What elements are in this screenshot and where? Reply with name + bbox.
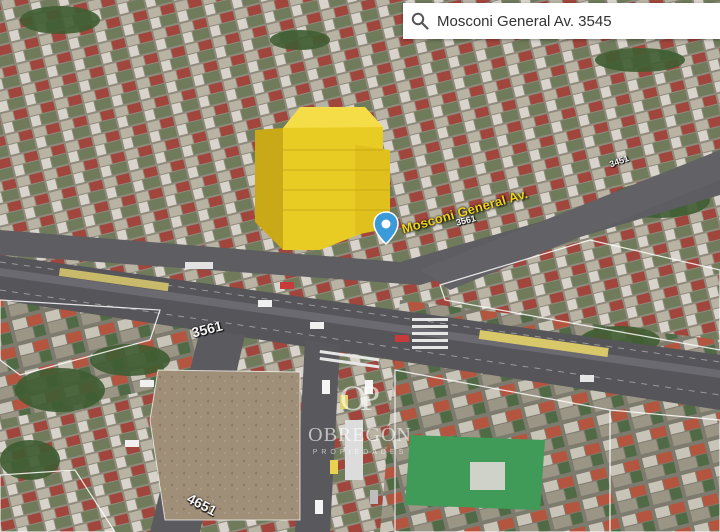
search-icon[interactable] bbox=[411, 12, 429, 30]
watermark-logo: OP bbox=[339, 378, 380, 418]
search-input[interactable]: Mosconi General Av. 3545 bbox=[437, 13, 612, 30]
watermark: OP OBREGÓN PROPIEDADES bbox=[285, 380, 435, 456]
search-bar[interactable]: Mosconi General Av. 3545 bbox=[403, 3, 720, 39]
watermark-name: OBREGÓN bbox=[308, 424, 412, 446]
watermark-subtitle: PROPIEDADES bbox=[312, 449, 408, 456]
location-pin-icon[interactable] bbox=[373, 211, 399, 246]
